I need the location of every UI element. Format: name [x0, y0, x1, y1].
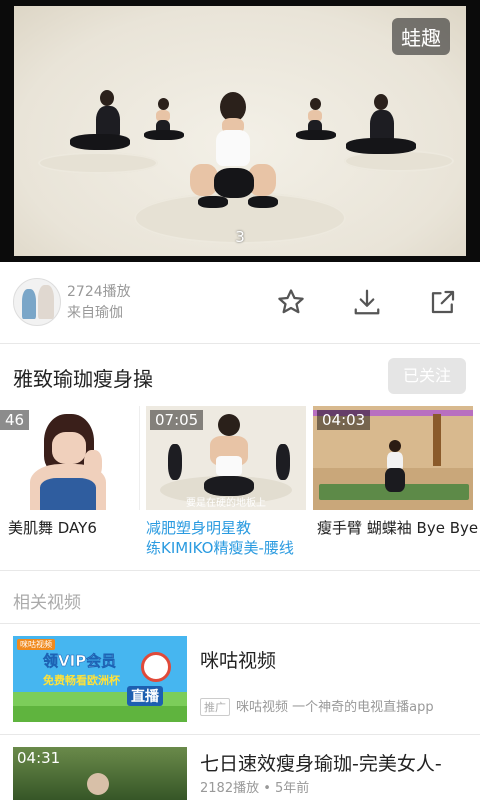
album-video-title-active[interactable]: 减肥塑身明星教 练KIMIKO精瘦美-腰线	[146, 518, 294, 558]
related-video-title[interactable]: 咪咕视频	[200, 646, 276, 673]
related-video-thumb[interactable]: 04:31	[13, 747, 187, 800]
source-label: 来自瑜伽	[67, 305, 123, 321]
favorite-button[interactable]	[275, 286, 307, 318]
album-video-thumb[interactable]: 要是在硬的地板上 07:05	[146, 406, 306, 510]
video-duration: 07:05	[150, 410, 204, 430]
download-icon	[354, 289, 380, 315]
yoga-mat	[38, 152, 158, 174]
related-videos-header: 相关视频	[13, 593, 81, 613]
divider	[0, 570, 480, 571]
related-video-thumb[interactable]: 咪咕视频 领VIP会员 免费畅看欧洲杯 直播	[13, 636, 187, 722]
star-icon	[278, 289, 304, 314]
football-icon	[141, 652, 171, 682]
album-video-list[interactable]: 46 美肌舞 DAY6 要是在硬的地板上 07:05 减肥塑身明星教 练KIMI…	[0, 406, 480, 566]
download-button[interactable]	[351, 286, 383, 318]
video-info-bar: 2724播放 来自瑜伽	[0, 262, 480, 344]
ad-badge: 推广	[200, 698, 230, 716]
banner-live: 直播	[127, 686, 163, 706]
channel-avatar[interactable]	[13, 278, 61, 326]
related-video-meta: 2182播放 • 5年前	[200, 781, 310, 796]
album-video-title[interactable]: 瘦手臂 蝴蝶袖 Bye Bye	[317, 518, 478, 538]
ad-description: 咪咕视频 一个神奇的电视直播app	[236, 700, 434, 715]
share-button[interactable]	[427, 286, 459, 318]
video-duration: 04:03	[317, 410, 371, 430]
album-header: 雅致瑜珈瘦身操 已关注	[0, 346, 480, 404]
related-video-title[interactable]: 七日速效瘦身瑜珈-完美女人-	[200, 749, 442, 776]
video-duration: 04:31	[17, 749, 61, 767]
video-stats: 2724播放 来自瑜伽	[67, 282, 131, 324]
album-video-title[interactable]: 美肌舞 DAY6	[8, 518, 140, 538]
play-count: 2724播放	[67, 284, 131, 300]
related-video-item[interactable]: 咪咕视频 领VIP会员 免费畅看欧洲杯 直播 咪咕视频 推广 咪咕视频 一个神奇的…	[0, 624, 480, 734]
banner-headline: 领VIP会员	[43, 652, 117, 671]
video-frame[interactable]: 蛙趣 3	[14, 6, 466, 256]
video-duration: 46	[0, 410, 30, 430]
album-video-thumb[interactable]: 46	[0, 406, 140, 510]
related-video-item[interactable]: 04:31 七日速效瘦身瑜珈-完美女人- 2182播放 • 5年前	[0, 735, 480, 800]
video-subtitle: 要是在硬的地板上	[186, 498, 266, 509]
watermark-logo: 蛙趣	[392, 18, 450, 55]
video-player[interactable]: 蛙趣 3	[0, 0, 480, 262]
banner-subline: 免费畅看欧洲杯	[43, 674, 120, 687]
share-external-icon	[431, 290, 455, 314]
frame-number: 3	[235, 228, 245, 246]
album-video-thumb[interactable]: 04:03	[313, 406, 473, 510]
album-title: 雅致瑜珈瘦身操	[13, 367, 153, 391]
related-video-meta: 推广 咪咕视频 一个神奇的电视直播app	[200, 696, 434, 716]
follow-button[interactable]: 已关注	[388, 358, 466, 394]
